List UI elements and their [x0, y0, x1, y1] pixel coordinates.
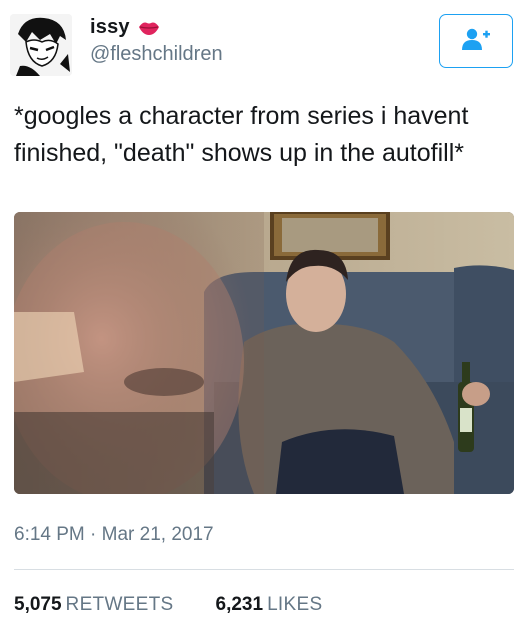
- likes-label: LIKES: [267, 594, 323, 615]
- tweet-time: 6:14 PM: [14, 524, 85, 545]
- likes-stat[interactable]: 6,231 LIKES: [216, 594, 323, 616]
- likes-count: 6,231: [215, 594, 264, 615]
- follow-button[interactable]: [439, 14, 513, 68]
- kiss-lips-icon: [138, 20, 160, 36]
- tweet-image[interactable]: [14, 212, 514, 494]
- timestamp-separator: ·: [90, 524, 97, 545]
- retweets-count: 5,075: [14, 594, 62, 615]
- tweet-stats: 5,075 RETWEETS 6,231 LIKES: [14, 594, 322, 616]
- tweet-timestamp[interactable]: 6:14 PM · Mar 21, 2017: [14, 524, 214, 546]
- user-handle[interactable]: @fleshchildren: [90, 43, 223, 66]
- retweets-stat[interactable]: 5,075 RETWEETS: [14, 594, 174, 616]
- tweet-date: Mar 21, 2017: [101, 524, 214, 545]
- follow-user-plus-icon: [461, 27, 491, 56]
- avatar[interactable]: [10, 14, 72, 76]
- retweets-label: RETWEETS: [65, 594, 174, 615]
- display-name[interactable]: issy: [90, 16, 130, 39]
- tweet-text: *googles a character from series i haven…: [14, 102, 469, 167]
- divider: [14, 569, 514, 570]
- tweet-header: issy @fleshchildren: [10, 14, 517, 78]
- user-info: issy @fleshchildren: [90, 16, 223, 66]
